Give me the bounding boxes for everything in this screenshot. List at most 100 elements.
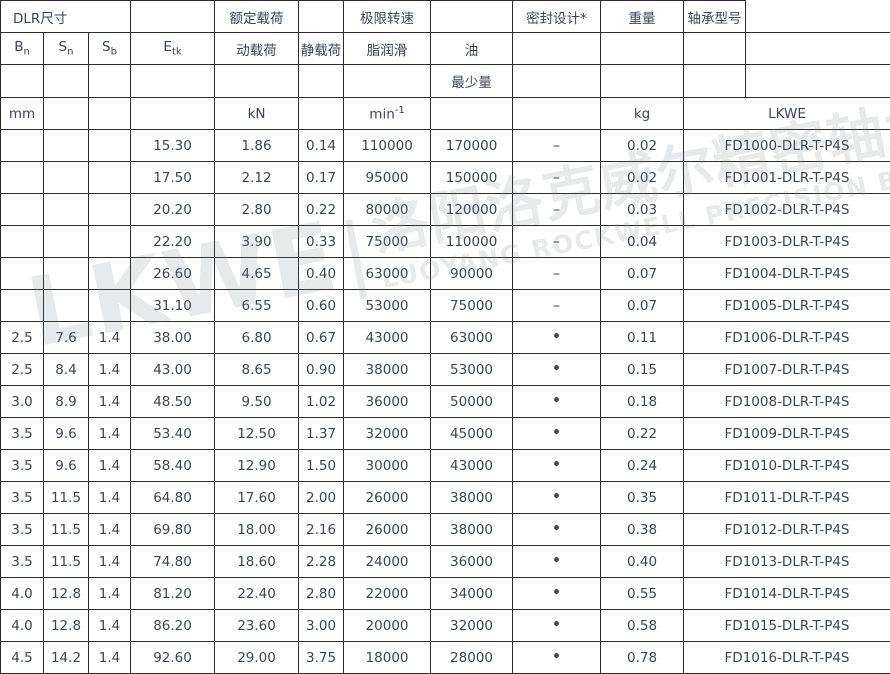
cell-weight: 0.04 [601,226,684,258]
cell-static-load: 2.00 [299,482,344,514]
unit-lkwe: LKWE [684,98,890,130]
cell-dynamic-load: 2.80 [215,194,299,226]
cell-sb: 1.4 [89,322,131,354]
header-seal-design: 密封设计* [513,1,601,33]
cell-static-load: 1.02 [299,386,344,418]
cell-static-load: 2.16 [299,514,344,546]
cell-static-load: 0.14 [299,130,344,162]
cell-grease-speed: 24000 [344,546,431,578]
cell-seal-design: – [513,290,601,322]
cell-bearing-model: FD1010-DLR-T-P4S [684,450,890,482]
unit-mm: mm [1,98,44,130]
cell-oil-speed: 63000 [431,322,513,354]
cell-weight: 0.03 [601,194,684,226]
cell-oil-speed: 53000 [431,354,513,386]
cell-weight: 0.22 [601,418,684,450]
cell-bearing-model: FD1013-DLR-T-P4S [684,546,890,578]
header-blank-grease-r3 [344,65,431,98]
header-row-symbols: Bn Sn Sb Etk 动载荷 静载荷 脂润滑 油 [1,33,890,65]
header-blank-stat-r3 [299,65,344,98]
header-bearing-model: 轴承型号 [684,1,746,33]
cell-bearing-model: FD1016-DLR-T-P4S [684,642,890,674]
cell-dynamic-load: 8.65 [215,354,299,386]
header-grease-lubrication: 脂润滑 [344,33,431,65]
cell-oil-speed: 90000 [431,258,513,290]
cell-static-load: 2.28 [299,546,344,578]
cell-bearing-model: FD1001-DLR-T-P4S [684,162,890,194]
cell-static-load: 0.90 [299,354,344,386]
cell-grease-speed: 30000 [344,450,431,482]
cell-sb [89,226,131,258]
cell-seal-design: • [513,450,601,482]
unit-kn: kN [215,98,299,130]
cell-seal-design: • [513,610,601,642]
cell-static-load: 0.22 [299,194,344,226]
header-seal-blank-r2 [513,33,601,65]
cell-sn: 8.9 [44,386,89,418]
table-row: 4.012.81.486.2023.603.002000032000•0.58F… [1,610,890,642]
cell-sn: 11.5 [44,482,89,514]
header-row-group-titles: DLR尺寸 额定载荷 极限转速 密封设计* 重量 轴承型号 [1,1,890,33]
unit-rpm: min-1 [344,98,431,130]
cell-sb: 1.4 [89,642,131,674]
table-row: 31.106.550.605300075000–0.07FD1005-DLR-T… [1,290,890,322]
cell-oil-speed: 38000 [431,514,513,546]
cell-oil-speed: 120000 [431,194,513,226]
cell-grease-speed: 110000 [344,130,431,162]
header-symbol-sn: Sn [44,33,89,65]
cell-dynamic-load: 12.50 [215,418,299,450]
cell-seal-design: – [513,194,601,226]
cell-oil-speed: 34000 [431,578,513,610]
cell-oil-speed: 32000 [431,610,513,642]
cell-sn: 9.6 [44,418,89,450]
cell-dynamic-load: 22.40 [215,578,299,610]
cell-etk: 58.40 [131,450,215,482]
cell-etk: 48.50 [131,386,215,418]
cell-bn [1,226,44,258]
cell-etk: 69.80 [131,514,215,546]
header-blank-etk-r3 [131,65,215,98]
cell-oil-speed: 43000 [431,450,513,482]
header-blank-seal-r3 [513,65,601,98]
cell-etk: 81.20 [131,578,215,610]
cell-dynamic-load: 9.50 [215,386,299,418]
cell-bearing-model: FD1003-DLR-T-P4S [684,226,890,258]
table-row: 15.301.860.14110000170000–0.02FD1000-DLR… [1,130,890,162]
cell-etk: 53.40 [131,418,215,450]
cell-dynamic-load: 6.80 [215,322,299,354]
unit-blank-seal [513,98,601,130]
cell-sn: 8.4 [44,354,89,386]
cell-bn [1,130,44,162]
cell-sb: 1.4 [89,386,131,418]
cell-seal-design: – [513,258,601,290]
cell-dynamic-load: 12.90 [215,450,299,482]
cell-bn: 4.5 [1,642,44,674]
header-weight: 重量 [601,1,684,33]
cell-static-load: 2.80 [299,578,344,610]
cell-sn: 11.5 [44,514,89,546]
cell-seal-design: • [513,386,601,418]
cell-bearing-model: FD1006-DLR-T-P4S [684,322,890,354]
table-row: 3.511.51.464.8017.602.002600038000•0.35F… [1,482,890,514]
cell-seal-design: – [513,226,601,258]
cell-sb [89,130,131,162]
cell-weight: 0.02 [601,162,684,194]
cell-bn: 3.5 [1,450,44,482]
cell-seal-design: • [513,322,601,354]
header-spacer-etk [131,1,215,33]
header-symbol-sb: Sb [89,33,131,65]
cell-seal-design: • [513,482,601,514]
cell-static-load: 3.00 [299,610,344,642]
cell-bearing-model: FD1015-DLR-T-P4S [684,610,890,642]
cell-dynamic-load: 29.00 [215,642,299,674]
cell-weight: 0.38 [601,514,684,546]
cell-dynamic-load: 6.55 [215,290,299,322]
cell-oil-speed: 150000 [431,162,513,194]
table-row: 2.58.41.443.008.650.903800053000•0.15FD1… [1,354,890,386]
header-weight-blank-r2 [601,33,684,65]
cell-sb [89,290,131,322]
cell-dynamic-load: 23.60 [215,610,299,642]
cell-bn: 3.5 [1,546,44,578]
cell-sb: 1.4 [89,514,131,546]
cell-bn: 4.0 [1,578,44,610]
